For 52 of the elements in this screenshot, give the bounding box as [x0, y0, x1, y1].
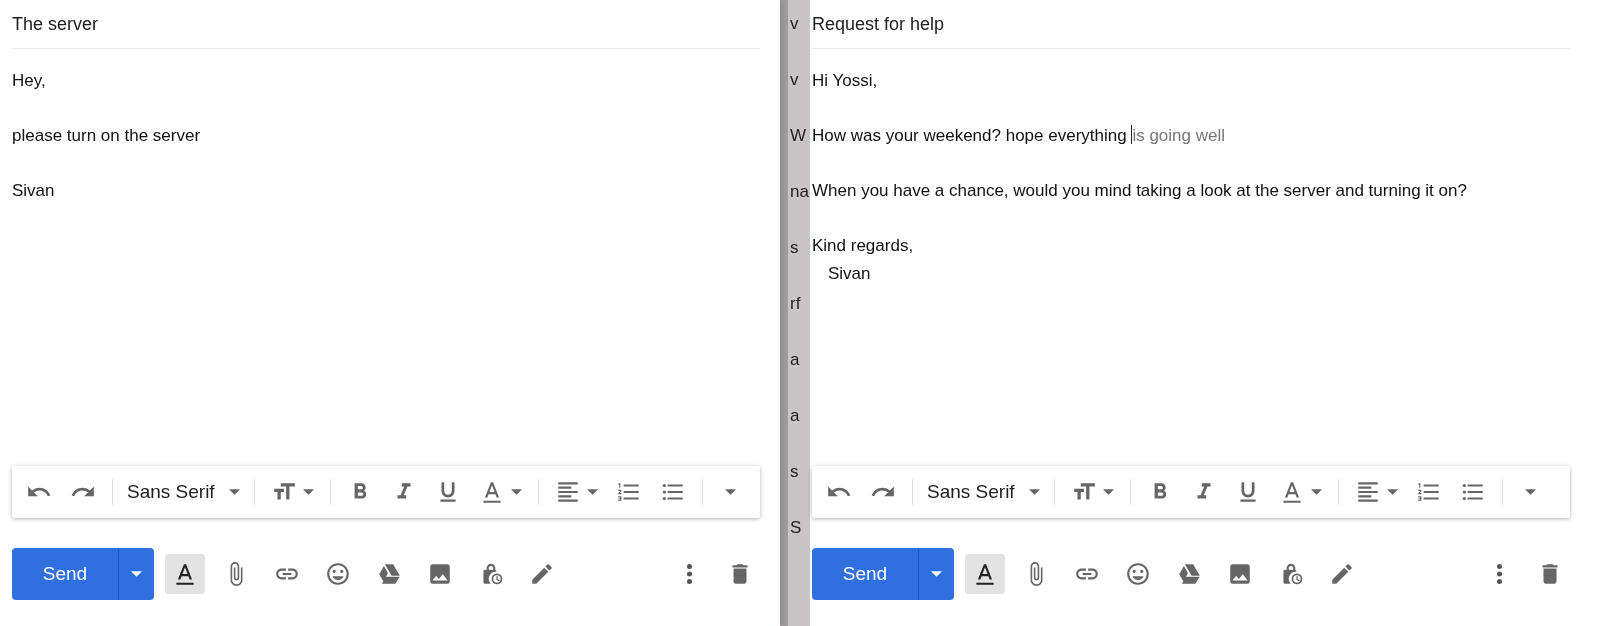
partial-text: na: [789, 182, 810, 202]
partial-text: v: [789, 70, 800, 90]
font-dropdown[interactable]: Sans Serif: [921, 474, 1046, 510]
caret-icon: [1386, 489, 1398, 495]
partial-text: W: [789, 126, 808, 146]
caret-icon: [302, 489, 314, 495]
body-text: How was your weekend? hope everything is going well: [812, 124, 1226, 147]
body-text: please turn on the server: [12, 125, 202, 147]
text-format-button[interactable]: [165, 554, 205, 594]
triangle-icon: [1176, 561, 1202, 587]
caret-icon: [1310, 489, 1322, 495]
send-button[interactable]: Send: [812, 548, 918, 600]
caret-icon: [586, 489, 598, 495]
send-options-button[interactable]: [918, 548, 954, 600]
smiley-icon: [325, 561, 351, 587]
body-text: Sivan: [827, 262, 872, 285]
partial-text: s: [789, 462, 800, 482]
more-vertical-icon: [1496, 564, 1502, 584]
partial-text: v: [789, 14, 800, 34]
send-options-button[interactable]: [118, 548, 154, 600]
caret-icon: [510, 489, 522, 495]
body-text: Hey,: [12, 70, 47, 92]
body-text: Sivan: [12, 180, 56, 202]
caret-icon: [1028, 489, 1040, 495]
body-text: Kind regards,: [812, 235, 915, 257]
partial-text: s: [789, 238, 800, 258]
caret-icon: [1524, 489, 1536, 495]
send-button[interactable]: Send: [12, 548, 118, 600]
text-format-button[interactable]: [965, 554, 1005, 594]
subject-field[interactable]: Request for help: [812, 0, 1570, 49]
font-dropdown[interactable]: Sans Serif: [121, 474, 246, 510]
triangle-icon: [376, 561, 402, 587]
pen-icon: [529, 561, 555, 587]
font-name: Sans Serif: [927, 481, 1015, 503]
partial-text: rf: [789, 294, 802, 314]
caret-icon: [131, 571, 142, 577]
partial-text: a: [789, 406, 801, 426]
partial-text: S: [789, 518, 803, 538]
image-icon: [1227, 561, 1253, 587]
more-vertical-icon: [686, 564, 692, 584]
font-name: Sans Serif: [127, 481, 215, 503]
pen-icon: [1329, 561, 1355, 587]
caret-icon: [1102, 489, 1114, 495]
body-text: When you have a chance, would you mind taking a look at the server and turning it on?: [812, 180, 1468, 202]
smiley-icon: [1125, 561, 1151, 587]
caret-icon: [931, 571, 942, 577]
subject-field[interactable]: The server: [12, 0, 760, 49]
caret-icon: [228, 489, 240, 495]
caret-icon: [724, 489, 736, 495]
partial-text: a: [789, 350, 801, 370]
body-text: Hi Yossi,: [812, 70, 879, 92]
image-icon: [427, 561, 453, 587]
